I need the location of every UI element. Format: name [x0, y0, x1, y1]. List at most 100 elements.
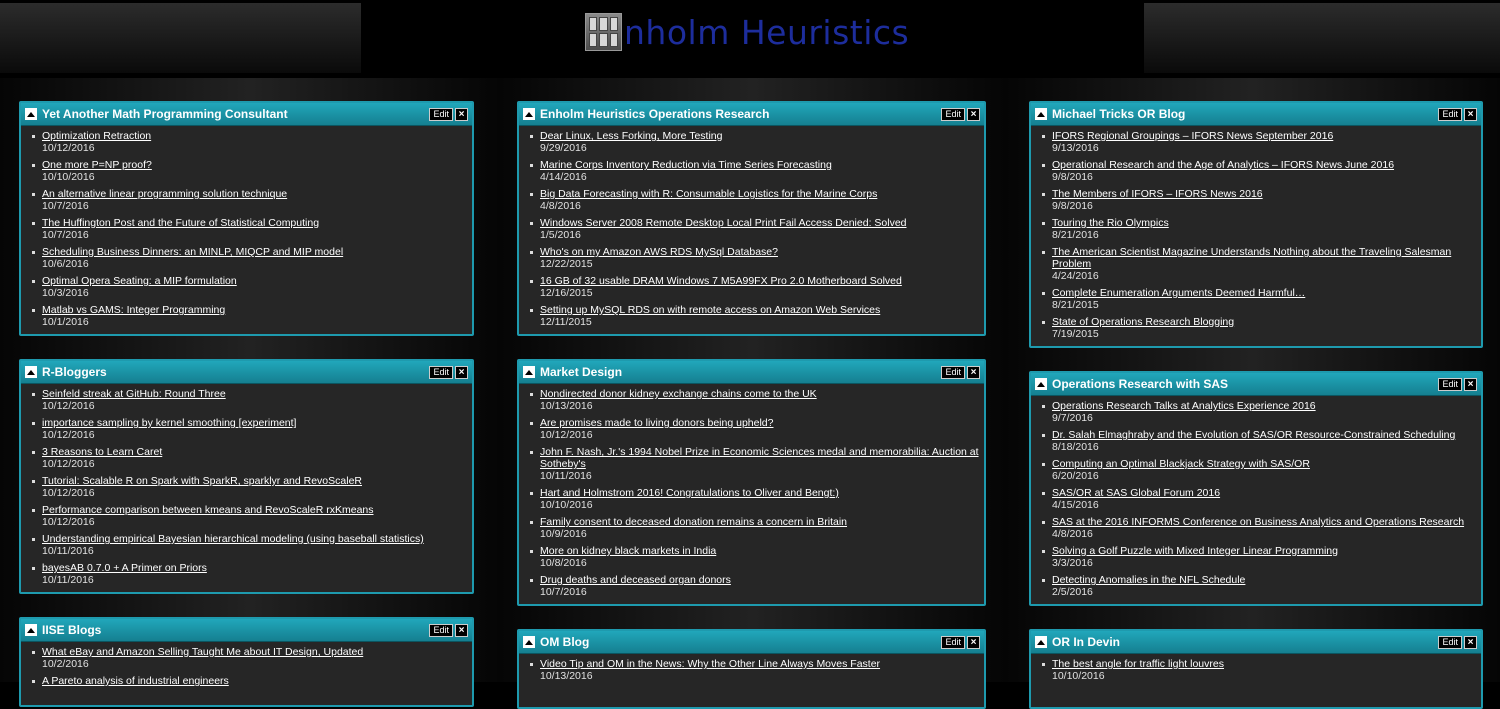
post-link[interactable]: 3 Reasons to Learn Caret [42, 446, 472, 458]
collapse-toggle-icon[interactable] [1035, 636, 1047, 648]
list-item: An alternative linear programming soluti… [30, 188, 472, 212]
post-link[interactable]: Drug deaths and deceased organ donors [540, 574, 984, 586]
edit-button[interactable]: Edit [429, 624, 453, 637]
post-link[interactable]: Understanding empirical Bayesian hierarc… [42, 533, 472, 545]
post-link[interactable]: Solving a Golf Puzzle with Mixed Integer… [1052, 545, 1481, 557]
post-link[interactable]: John F. Nash, Jr.'s 1994 Nobel Prize in … [540, 446, 984, 470]
close-icon[interactable]: × [1464, 378, 1477, 391]
edit-button[interactable]: Edit [429, 366, 453, 379]
post-link[interactable]: What eBay and Amazon Selling Taught Me a… [42, 646, 472, 658]
widget-title-bar[interactable]: Market Design Edit × [519, 361, 984, 384]
post-link[interactable]: Computing an Optimal Blackjack Strategy … [1052, 458, 1481, 470]
post-link[interactable]: Setting up MySQL RDS on with remote acce… [540, 304, 984, 316]
collapse-toggle-icon[interactable] [25, 108, 37, 120]
post-link[interactable]: The Huffington Post and the Future of St… [42, 217, 472, 229]
list-item: Scheduling Business Dinners: an MINLP, M… [30, 246, 472, 270]
edit-button[interactable]: Edit [1438, 636, 1462, 649]
post-link[interactable]: Touring the Rio Olympics [1052, 217, 1481, 229]
widget-title-bar[interactable]: OM Blog Edit × [519, 631, 984, 654]
widget-title-bar[interactable]: Operations Research with SAS Edit × [1031, 373, 1481, 396]
post-link[interactable]: Hart and Holmstrom 2016! Congratulations… [540, 487, 984, 499]
close-icon[interactable]: × [1464, 108, 1477, 121]
post-link[interactable]: Dr. Salah Elmaghraby and the Evolution o… [1052, 429, 1481, 441]
edit-button[interactable]: Edit [941, 636, 965, 649]
post-link[interactable]: Seinfeld streak at GitHub: Round Three [42, 388, 472, 400]
post-link[interactable]: Family consent to deceased donation rema… [540, 516, 984, 528]
post-date: 10/9/2016 [540, 528, 587, 540]
widget-title-bar[interactable]: Yet Another Math Programming Consultant E… [21, 103, 472, 126]
widget-title-bar[interactable]: Enholm Heuristics Operations Research Edi… [519, 103, 984, 126]
collapse-toggle-icon[interactable] [25, 624, 37, 636]
close-icon[interactable]: × [455, 108, 468, 121]
close-icon[interactable]: × [455, 366, 468, 379]
widget-title-bar[interactable]: IISE Blogs Edit × [21, 619, 472, 642]
post-link[interactable]: The Members of IFORS – IFORS News 2016 [1052, 188, 1481, 200]
collapse-toggle-icon[interactable] [523, 366, 535, 378]
close-icon[interactable]: × [967, 636, 980, 649]
widget-title-bar[interactable]: R-Bloggers Edit × [21, 361, 472, 384]
post-link[interactable]: Windows Server 2008 Remote Desktop Local… [540, 217, 984, 229]
post-link[interactable]: Tutorial: Scalable R on Spark with Spark… [42, 475, 472, 487]
post-date: 1/5/2016 [540, 229, 581, 241]
post-link[interactable]: Operations Research Talks at Analytics E… [1052, 400, 1481, 412]
post-link[interactable]: State of Operations Research Blogging [1052, 316, 1481, 328]
post-link[interactable]: Big Data Forecasting with R: Consumable … [540, 188, 984, 200]
edit-button[interactable]: Edit [941, 366, 965, 379]
widget-title: IISE Blogs [42, 623, 102, 637]
close-icon[interactable]: × [967, 366, 980, 379]
post-link[interactable]: Complete Enumeration Arguments Deemed Ha… [1052, 287, 1481, 299]
post-link[interactable]: Are promises made to living donors being… [540, 417, 984, 429]
post-link[interactable]: importance sampling by kernel smoothing … [42, 417, 472, 429]
post-date: 6/20/2016 [1052, 470, 1099, 482]
list-item: The best angle for traffic light louvres… [1040, 658, 1481, 682]
post-link[interactable]: 16 GB of 32 usable DRAM Windows 7 M5A99F… [540, 275, 984, 287]
post-link[interactable]: Marine Corps Inventory Reduction via Tim… [540, 159, 984, 171]
post-link[interactable]: More on kidney black markets in India [540, 545, 984, 557]
collapse-toggle-icon[interactable] [1035, 378, 1047, 390]
post-link[interactable]: An alternative linear programming soluti… [42, 188, 472, 200]
collapse-toggle-icon[interactable] [1035, 108, 1047, 120]
edit-button[interactable]: Edit [1438, 378, 1462, 391]
post-link[interactable]: Nondirected donor kidney exchange chains… [540, 388, 984, 400]
collapse-toggle-icon[interactable] [523, 636, 535, 648]
post-link[interactable]: Dear Linux, Less Forking, More Testing [540, 130, 984, 142]
widget-title-bar[interactable]: Michael Tricks OR Blog Edit × [1031, 103, 1481, 126]
widget-title-bar[interactable]: OR In Devin Edit × [1031, 631, 1481, 654]
post-link[interactable]: Performance comparison between kmeans an… [42, 504, 472, 516]
list-item: The American Scientist Magazine Understa… [1040, 246, 1481, 282]
collapse-toggle-icon[interactable] [523, 108, 535, 120]
edit-button[interactable]: Edit [429, 108, 453, 121]
post-link[interactable]: Optimal Opera Seating: a MIP formulation [42, 275, 472, 287]
list-item: Marine Corps Inventory Reduction via Tim… [528, 159, 984, 183]
collapse-toggle-icon[interactable] [25, 366, 37, 378]
post-date: 10/10/2016 [42, 171, 95, 183]
post-link[interactable]: The best angle for traffic light louvres [1052, 658, 1481, 670]
post-link[interactable]: Who's on my Amazon AWS RDS MySql Databas… [540, 246, 984, 258]
post-link[interactable]: Optimization Retraction [42, 130, 472, 142]
feed-widget: Michael Tricks OR Blog Edit × IFORS Regiona… [1029, 101, 1483, 348]
post-link[interactable]: Scheduling Business Dinners: an MINLP, M… [42, 246, 472, 258]
post-date: 4/14/2016 [540, 171, 587, 183]
post-link[interactable]: Operational Research and the Age of Anal… [1052, 159, 1481, 171]
post-link[interactable]: A Pareto analysis of industrial engineer… [42, 675, 472, 687]
post-date: 4/24/2016 [1052, 270, 1099, 282]
list-item: Operational Research and the Age of Anal… [1040, 159, 1481, 183]
post-link[interactable]: The American Scientist Magazine Understa… [1052, 246, 1481, 270]
post-link[interactable]: SAS at the 2016 INFORMS Conference on Bu… [1052, 516, 1481, 528]
post-link[interactable]: Detecting Anomalies in the NFL Schedule [1052, 574, 1481, 586]
post-date: 10/13/2016 [540, 400, 593, 412]
post-link[interactable]: One more P=NP proof? [42, 159, 472, 171]
post-link[interactable]: bayesAB 0.7.0 + A Primer on Priors [42, 562, 472, 574]
edit-button[interactable]: Edit [941, 108, 965, 121]
post-link[interactable]: Matlab vs GAMS: Integer Programming [42, 304, 472, 316]
post-link[interactable]: Video Tip and OM in the News: Why the Ot… [540, 658, 984, 670]
list-item: Family consent to deceased donation rema… [528, 516, 984, 540]
close-icon[interactable]: × [1464, 636, 1477, 649]
edit-button[interactable]: Edit [1438, 108, 1462, 121]
post-link[interactable]: SAS/OR at SAS Global Forum 2016 [1052, 487, 1481, 499]
list-item: Video Tip and OM in the News: Why the Ot… [528, 658, 984, 682]
post-link[interactable]: IFORS Regional Groupings – IFORS News Se… [1052, 130, 1481, 142]
site-logo[interactable]: nholm Heuristics [585, 12, 909, 52]
close-icon[interactable]: × [455, 624, 468, 637]
close-icon[interactable]: × [967, 108, 980, 121]
